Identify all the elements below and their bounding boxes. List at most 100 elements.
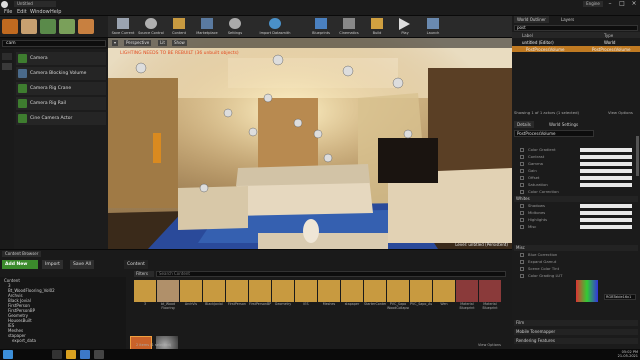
property-row[interactable]: Misc (520, 224, 638, 230)
checkbox[interactable] (520, 218, 524, 222)
asset-tile[interactable]: PVC_Sapo_Assets (410, 280, 432, 326)
asset-tile[interactable]: FirstPerson (226, 280, 248, 326)
checkbox[interactable] (520, 183, 524, 187)
lut-thumbnail[interactable] (576, 280, 598, 302)
tab-world-settings[interactable]: World Settings (546, 121, 582, 128)
asset-tile[interactable]: Wen (433, 280, 455, 326)
checkbox[interactable] (520, 162, 524, 166)
asset-tile[interactable]: 3 (134, 280, 156, 326)
property-row[interactable]: Shadows (520, 203, 638, 209)
asset-tile[interactable]: ArchVis (180, 280, 202, 326)
section-header[interactable]: Whites (514, 196, 638, 202)
checkbox[interactable] (520, 204, 524, 208)
save-all-button[interactable]: Save All (70, 260, 95, 269)
tree-item[interactable]: Content (4, 278, 20, 283)
checkbox[interactable] (520, 176, 524, 180)
asset-tile[interactable]: StarterContent (364, 280, 386, 326)
perspective-button[interactable]: Perspective (124, 40, 152, 46)
property-row[interactable]: Gain (520, 168, 638, 174)
breadcrumb[interactable]: Content (124, 260, 148, 269)
property-row[interactable]: Scene Color Tint (520, 266, 638, 272)
list-item[interactable]: Camera Rig Crane (16, 82, 106, 95)
content-view-options[interactable]: View Options (478, 343, 501, 347)
launch-button[interactable]: Launch (420, 18, 446, 37)
lut-dropdown[interactable]: RGBTable16x1 (604, 294, 636, 300)
menu-window[interactable]: Window (30, 9, 50, 15)
color-value[interactable] (580, 162, 632, 166)
table-row[interactable]: PostProcessVolume PostProcessVolume (512, 46, 640, 52)
checkbox[interactable] (520, 253, 524, 257)
property-row[interactable]: Color Gradient (520, 147, 638, 153)
settings-button[interactable]: Settings (222, 18, 248, 37)
tab-details[interactable]: Details (514, 121, 534, 128)
color-value[interactable] (580, 148, 632, 152)
checkbox[interactable] (520, 267, 524, 271)
property-row[interactable]: Saturation (520, 182, 638, 188)
menu-file[interactable]: File (4, 9, 12, 15)
asset-tile[interactable]: PVC_Sapo WoodCollapse (387, 280, 409, 326)
checkbox[interactable] (520, 190, 524, 194)
section-mobile-tonemapper[interactable]: Mobile Tonemapper (514, 329, 638, 335)
checkbox[interactable] (520, 274, 524, 278)
asset-tile[interactable]: Material Blueprint (456, 280, 478, 326)
color-value[interactable] (580, 176, 632, 180)
content-search-input[interactable]: Search Content (156, 271, 506, 277)
app-icon[interactable] (52, 350, 62, 359)
property-row[interactable]: Gamma (520, 161, 638, 167)
property-row[interactable]: Expand Gamut (520, 259, 638, 265)
asset-tile[interactable]: Meshes (318, 280, 340, 326)
maximize-icon[interactable]: □ (616, 0, 628, 7)
table-row[interactable]: untitled (Editor) World (512, 39, 640, 45)
checkbox[interactable] (520, 225, 524, 229)
checkbox[interactable] (520, 260, 524, 264)
lit-button[interactable]: Lit (158, 40, 167, 46)
asset-tile[interactable]: bt_Wood Flooring Vol02 (157, 280, 179, 326)
category-tab[interactable] (2, 63, 12, 70)
list-item[interactable]: Camera Rig Rail (16, 97, 106, 110)
section-rendering-features[interactable]: Rendering Features (514, 338, 638, 344)
source-control-button[interactable]: Source Control (138, 18, 164, 37)
menu-help[interactable]: Help (50, 9, 61, 15)
checkbox[interactable] (520, 155, 524, 159)
section-film[interactable]: Film (514, 320, 638, 326)
property-row[interactable]: Contrast (520, 154, 638, 160)
edge-icon[interactable] (80, 350, 90, 359)
landscape-mode-icon[interactable] (40, 19, 56, 34)
color-value[interactable] (580, 225, 632, 229)
close-icon[interactable]: × (628, 0, 640, 7)
property-row[interactable]: Blue Correction (520, 252, 638, 258)
tab-content-browser[interactable]: Content Browser (2, 251, 42, 257)
cinematics-button[interactable]: Cinematics (336, 18, 362, 37)
menu-edit[interactable]: Edit (17, 9, 27, 15)
property-row[interactable]: Color Grading LUT (520, 273, 638, 279)
details-scrollbar[interactable] (636, 136, 639, 176)
minimize-icon[interactable]: – (604, 0, 616, 7)
geometry-mode-icon[interactable] (78, 19, 94, 34)
color-value[interactable] (580, 204, 632, 208)
actor-name-field[interactable]: PostProcessVolume (514, 130, 594, 137)
level-tab[interactable]: Untitled (14, 1, 56, 7)
add-new-button[interactable]: Add New (2, 260, 38, 269)
list-item[interactable]: Camera (16, 52, 106, 65)
property-row[interactable]: Offset (520, 175, 638, 181)
viewport-options-button[interactable]: ▾ (112, 40, 119, 46)
checkbox[interactable] (520, 211, 524, 215)
modes-search-input[interactable]: cam (2, 40, 106, 47)
level-viewport[interactable]: ▾ Perspective Lit Show LIGHTING NEEDS TO… (108, 38, 512, 249)
tab-world-outliner[interactable]: World Outliner (514, 16, 549, 23)
property-row[interactable]: Midtones (520, 210, 638, 216)
list-item[interactable]: Cine Camera Actor (16, 112, 106, 125)
asset-tile[interactable]: BlackJovial (203, 280, 225, 326)
unreal-icon[interactable] (94, 350, 104, 359)
import-datasmith-button[interactable]: Import Datasmith (250, 18, 300, 37)
outliner-view-options[interactable]: View Options (608, 110, 633, 115)
filters-button[interactable]: Filters (134, 271, 154, 277)
category-tab[interactable] (2, 53, 12, 60)
import-button[interactable]: Import (42, 260, 63, 269)
content-button[interactable]: Content (166, 18, 192, 37)
tree-item[interactable]: export_data (12, 338, 36, 343)
play-button[interactable]: Play (392, 18, 418, 37)
marketplace-button[interactable]: Marketplace (194, 18, 220, 37)
asset-tile[interactable]: Geometry (272, 280, 294, 326)
windows-start-icon[interactable] (3, 350, 13, 359)
